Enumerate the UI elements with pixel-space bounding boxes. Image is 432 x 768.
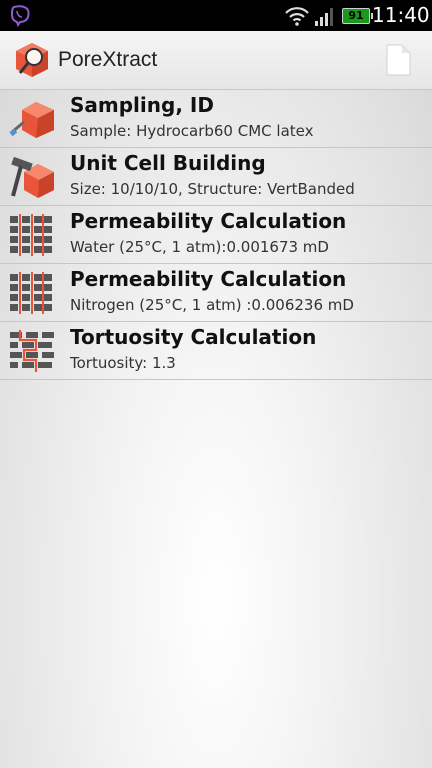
list-item-sampling[interactable]: Sampling, ID Sample: Hydrocarb60 CMC lat… <box>0 90 432 148</box>
app-title: PoreXtract <box>58 48 158 71</box>
wifi-icon <box>285 7 309 26</box>
list-item-tortuosity[interactable]: Tortuosity Calculation Tortuosity: 1.3 <box>0 322 432 380</box>
item-title: Permeability Calculation <box>70 267 347 291</box>
battery-indicator: 91 <box>342 8 373 24</box>
status-time: 11:40 <box>372 3 430 27</box>
document-icon[interactable] <box>385 44 411 76</box>
item-title: Unit Cell Building <box>70 151 266 175</box>
item-subtitle: Nitrogen (25°C, 1 atm) :0.006236 mD <box>70 296 354 314</box>
permeability-grid-icon <box>10 214 52 256</box>
tortuosity-path-icon <box>10 330 54 372</box>
item-title: Permeability Calculation <box>70 209 347 233</box>
item-subtitle: Water (25°C, 1 atm):0.001673 mD <box>70 238 329 256</box>
sampling-cube-icon <box>9 102 54 138</box>
item-title: Sampling, ID <box>70 93 214 117</box>
signal-icon <box>315 8 333 26</box>
list-item-permeability-nitrogen[interactable]: Permeability Calculation Nitrogen (25°C,… <box>0 264 432 322</box>
list-item-unit-cell[interactable]: Unit Cell Building Size: 10/10/10, Struc… <box>0 148 432 206</box>
item-subtitle: Size: 10/10/10, Structure: VertBanded <box>70 180 355 198</box>
item-subtitle: Sample: Hydrocarb60 CMC latex <box>70 122 314 140</box>
item-title: Tortuosity Calculation <box>70 325 317 349</box>
permeability-grid-icon <box>10 272 52 314</box>
status-bar: 91 11:40 <box>0 0 432 31</box>
hammer-cube-icon <box>11 156 54 198</box>
viber-icon <box>10 5 30 28</box>
item-subtitle: Tortuosity: 1.3 <box>70 354 176 372</box>
list-item-permeability-water[interactable]: Permeability Calculation Water (25°C, 1 … <box>0 206 432 264</box>
action-bar: PoreXtract <box>0 31 432 90</box>
porextract-logo-icon[interactable] <box>14 41 50 79</box>
task-list: Sampling, ID Sample: Hydrocarb60 CMC lat… <box>0 90 432 380</box>
